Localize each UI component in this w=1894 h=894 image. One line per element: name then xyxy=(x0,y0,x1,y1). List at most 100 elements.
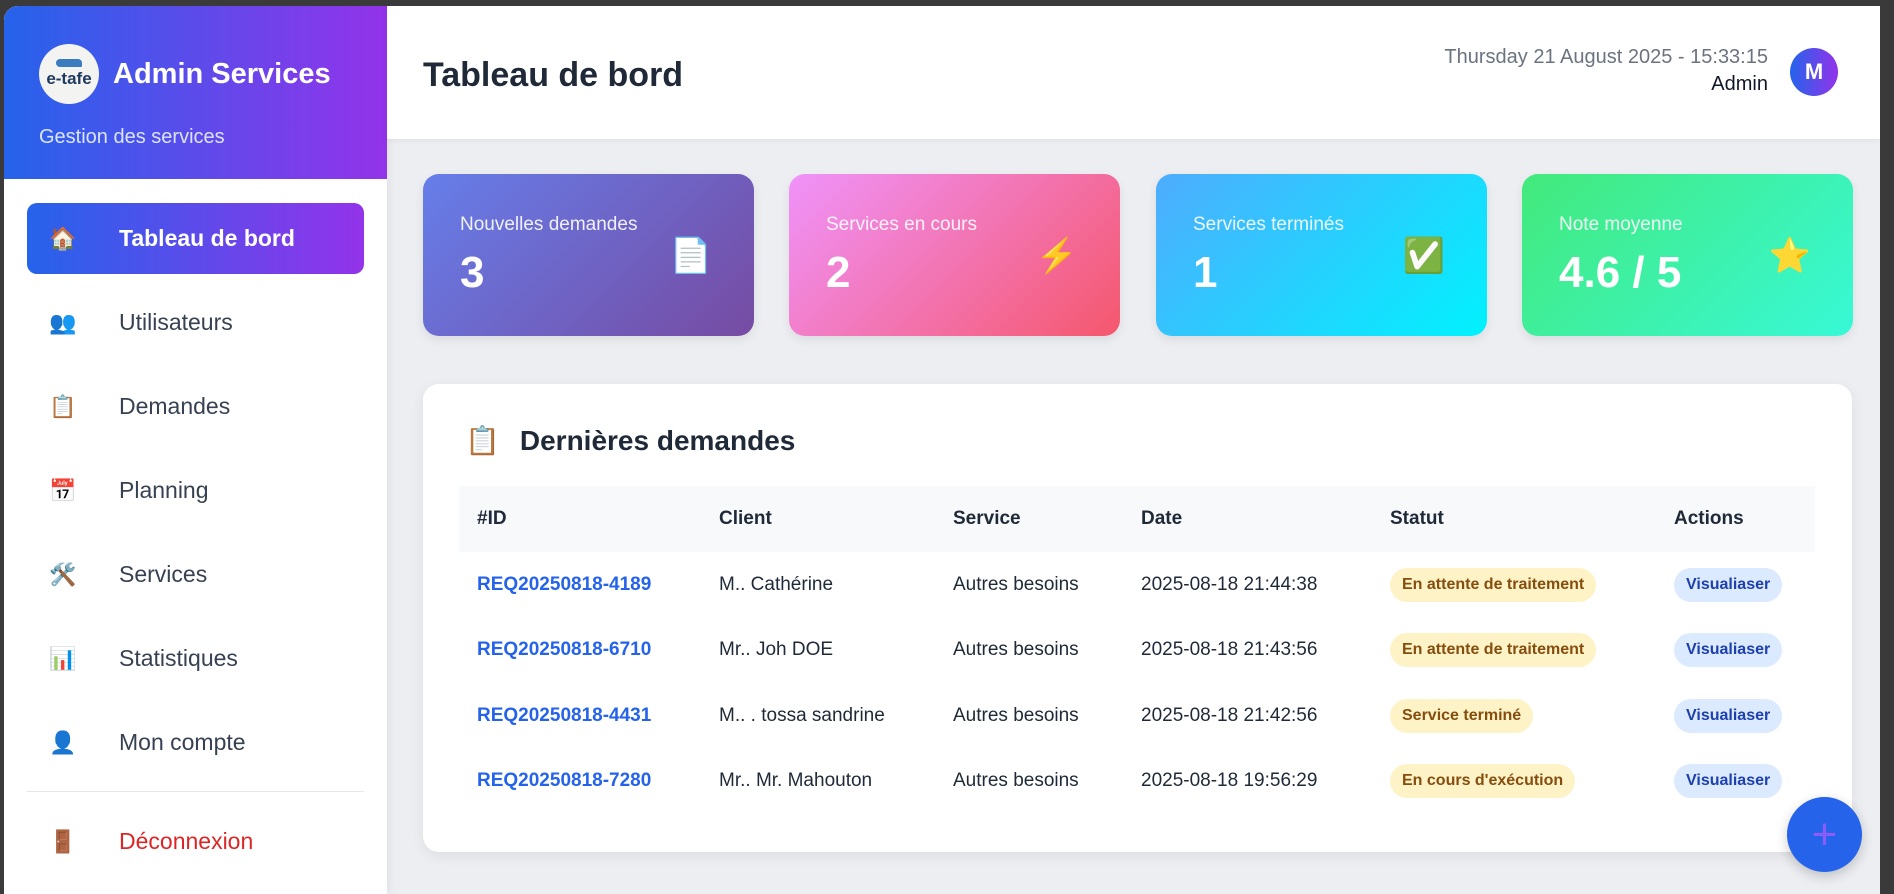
sidebar-item-demandes[interactable]: 📋 Demandes xyxy=(27,371,364,442)
user-icon: 👤 xyxy=(49,729,77,755)
date-cell: 2025-08-18 21:43:56 xyxy=(1141,639,1318,661)
request-id-link[interactable]: REQ20250818-6710 xyxy=(459,618,701,684)
status-badge: En cours d'exécution xyxy=(1390,764,1576,799)
table-row: REQ20250818-4189 M.. Cathérine Autres be… xyxy=(459,552,1815,618)
actions-cell: Visualiaser xyxy=(1656,618,1815,684)
sidebar-item-statistiques[interactable]: 📊 Statistiques xyxy=(27,623,364,694)
top-header: Tableau de bord Thursday 21 August 2025 … xyxy=(387,6,1880,139)
door-icon: 🚪 xyxy=(49,828,77,854)
calendar-icon: 📅 xyxy=(49,477,77,503)
stat-card-services-en-cours: Services en cours 2 ⚡ xyxy=(789,174,1120,336)
clipboard-icon: 📋 xyxy=(465,425,500,456)
service-cell: Autres besoins xyxy=(953,704,1079,726)
tools-icon: 🛠️ xyxy=(49,561,77,587)
date-cell: 2025-08-18 19:56:29 xyxy=(1141,770,1318,792)
lightning-icon: ⚡ xyxy=(1035,237,1078,275)
page-title: Tableau de bord xyxy=(423,56,684,94)
sidebar-item-mon-compte[interactable]: 👤 Mon compte xyxy=(27,707,364,778)
stat-label: Nouvelles demandes xyxy=(460,214,638,235)
app-subtitle: Gestion des services xyxy=(39,126,225,148)
hand-icon xyxy=(56,59,82,67)
sidebar-item-label: Tableau de bord xyxy=(119,225,295,251)
logo-text: e-tafe xyxy=(46,69,92,88)
client-cell: Mr.. Joh DOE xyxy=(719,639,834,661)
house-icon: 🏠 xyxy=(49,225,77,251)
actions-cell: Visualiaser xyxy=(1656,683,1815,749)
document-icon: 📄 xyxy=(669,237,712,275)
column-header-client: Client xyxy=(701,486,935,552)
service-cell: Autres besoins xyxy=(953,770,1079,792)
sidebar-item-services[interactable]: 🛠️ Services xyxy=(27,539,364,610)
request-id-link[interactable]: REQ20250818-4431 xyxy=(459,683,701,749)
client-cell: M.. Cathérine xyxy=(719,573,834,595)
column-header-id: #ID xyxy=(459,486,701,552)
status-badge: En attente de traitement xyxy=(1390,567,1597,602)
sidebar-item-utilisateurs[interactable]: 👥 Utilisateurs xyxy=(27,287,364,358)
column-header-statut: Statut xyxy=(1372,486,1656,552)
client-cell: Mr.. Mr. Mahouton xyxy=(719,770,873,792)
users-icon: 👥 xyxy=(49,309,77,335)
actions-cell: Visualiaser xyxy=(1656,749,1815,815)
status-badge: En attente de traitement xyxy=(1390,633,1597,668)
current-datetime: Thursday 21 August 2025 - 15:33:15 xyxy=(1444,46,1768,68)
status-cell: Service terminé xyxy=(1372,683,1656,749)
view-button[interactable]: Visualiaser xyxy=(1674,698,1783,733)
sidebar: e-tafe Admin Services Gestion des servic… xyxy=(4,6,387,894)
view-button[interactable]: Visualiaser xyxy=(1674,567,1783,602)
panel-title: 📋 Dernières demandes xyxy=(465,424,795,457)
clipboard-icon: 📋 xyxy=(49,393,77,419)
add-button[interactable]: + xyxy=(1787,797,1862,872)
sidebar-item-tableau-de-bord[interactable]: 🏠 Tableau de bord xyxy=(27,203,364,274)
table-header-row: #ID Client Service Date Statut Actions xyxy=(459,486,1815,552)
logout-button[interactable]: 🚪 Déconnexion xyxy=(27,806,364,877)
service-cell: Autres besoins xyxy=(953,573,1079,595)
column-header-date: Date xyxy=(1123,486,1372,552)
brand-header: e-tafe Admin Services Gestion des servic… xyxy=(4,6,387,179)
avatar[interactable]: M xyxy=(1790,48,1838,96)
view-button[interactable]: Visualiaser xyxy=(1674,764,1783,799)
sidebar-nav: 🏠 Tableau de bord 👥 Utilisateurs 📋 Demandes… xyxy=(4,179,387,877)
client-cell: M.. . tossa sandrine xyxy=(719,704,885,726)
sidebar-item-label: Mon compte xyxy=(119,729,246,755)
status-cell: En attente de traitement xyxy=(1372,618,1656,684)
sidebar-item-planning[interactable]: 📅 Planning xyxy=(27,455,364,526)
bar-chart-icon: 📊 xyxy=(49,645,77,671)
nav-divider xyxy=(27,791,364,792)
sidebar-item-label: Statistiques xyxy=(119,645,238,671)
request-id-link[interactable]: REQ20250818-4189 xyxy=(459,552,701,618)
date-cell: 2025-08-18 21:42:56 xyxy=(1141,704,1318,726)
panel-title-text: Dernières demandes xyxy=(519,424,796,456)
sidebar-item-label: Demandes xyxy=(119,393,231,419)
table-row: REQ20250818-7280 Mr.. Mr. Mahouton Autre… xyxy=(459,749,1815,815)
star-icon: ⭐ xyxy=(1768,237,1811,275)
requests-table: #ID Client Service Date Statut Actions R… xyxy=(459,486,1815,814)
check-icon: ✅ xyxy=(1402,237,1445,275)
stat-card-services-termines: Services terminés 1 ✅ xyxy=(1156,174,1487,336)
logout-label: Déconnexion xyxy=(119,828,254,854)
sidebar-item-label: Services xyxy=(119,561,208,587)
column-header-service: Service xyxy=(935,486,1123,552)
status-cell: En attente de traitement xyxy=(1372,552,1656,618)
status-badge: Service terminé xyxy=(1390,698,1534,733)
stat-label: Note moyenne xyxy=(1559,214,1683,235)
view-button[interactable]: Visualiaser xyxy=(1674,633,1783,668)
stat-card-nouvelles-demandes: Nouvelles demandes 3 📄 xyxy=(423,174,754,336)
app-title: Admin Services xyxy=(113,57,331,90)
user-name: Admin xyxy=(1711,73,1768,95)
etafe-logo: e-tafe xyxy=(39,44,99,104)
sidebar-item-label: Planning xyxy=(119,477,209,503)
table-row: REQ20250818-6710 Mr.. Joh DOE Autres bes… xyxy=(459,618,1815,684)
service-cell: Autres besoins xyxy=(953,639,1079,661)
column-header-actions: Actions xyxy=(1656,486,1815,552)
actions-cell: Visualiaser xyxy=(1656,552,1815,618)
app-window: e-tafe Admin Services Gestion des servic… xyxy=(4,6,1880,894)
table-row: REQ20250818-4431 M.. . tossa sandrine Au… xyxy=(459,683,1815,749)
stat-label: Services en cours xyxy=(826,214,978,235)
stat-label: Services terminés xyxy=(1193,214,1344,235)
recent-requests-panel: 📋 Dernières demandes #ID Client Service D… xyxy=(423,384,1852,852)
date-cell: 2025-08-18 21:44:38 xyxy=(1141,573,1318,595)
stat-card-note-moyenne: Note moyenne 4.6 / 5 ⭐ xyxy=(1522,174,1853,336)
sidebar-item-label: Utilisateurs xyxy=(119,309,233,335)
status-cell: En cours d'exécution xyxy=(1372,749,1656,815)
request-id-link[interactable]: REQ20250818-7280 xyxy=(459,749,701,815)
